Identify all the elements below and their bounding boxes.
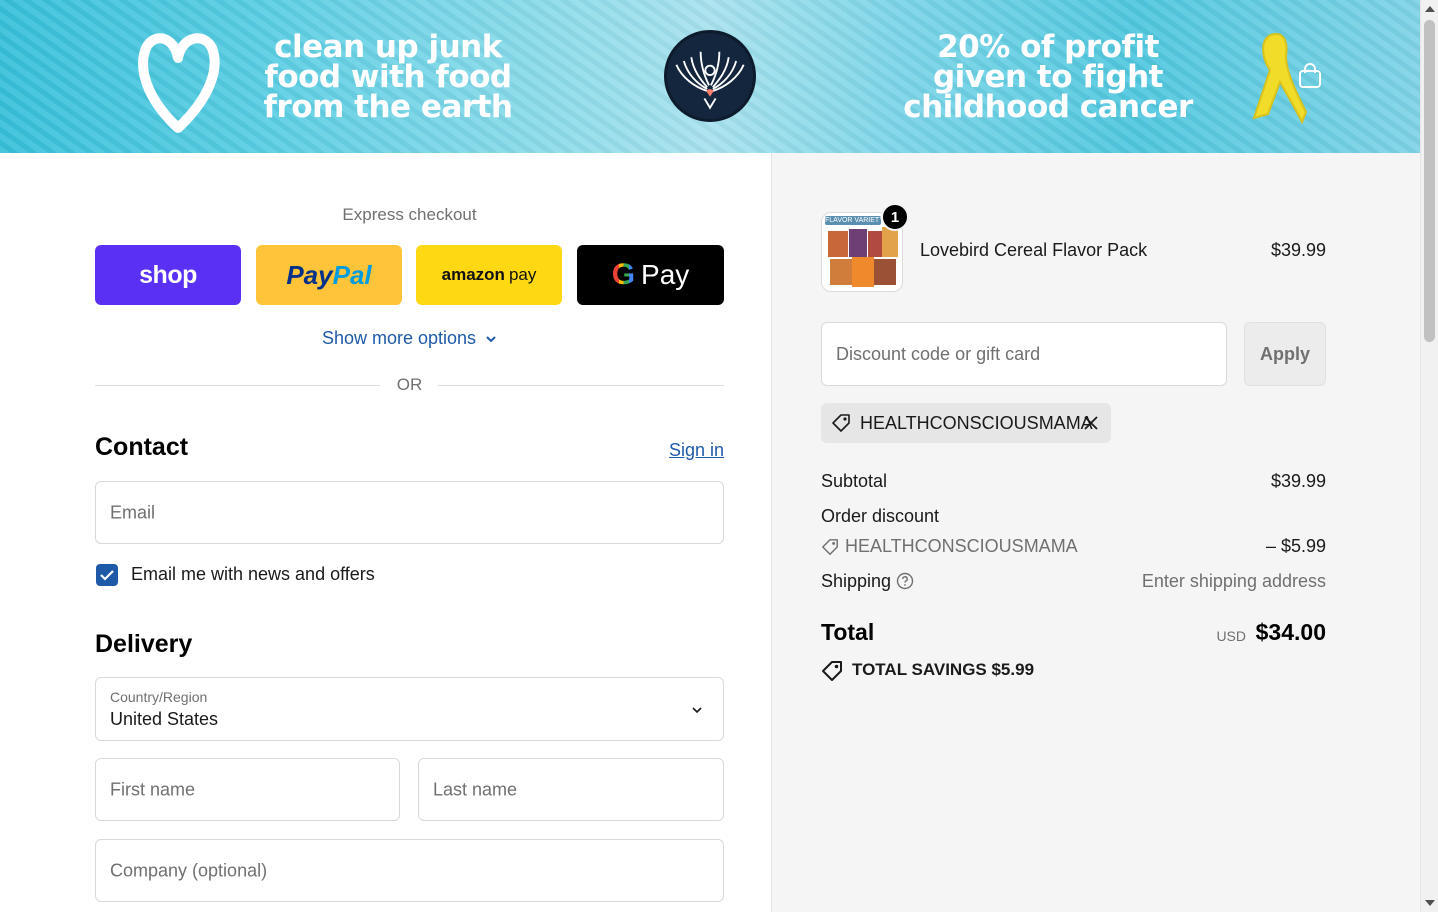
order-discount-code: HEALTHCONSCIOUSMAMA [845, 536, 1078, 556]
total-value: $34.00 [1255, 619, 1326, 645]
google-pay-label: Pay [641, 259, 690, 290]
tag-icon [832, 414, 850, 432]
delivery-title: Delivery [95, 630, 193, 658]
shipping-label: Shipping [821, 571, 892, 591]
banner-slogan-right: 20% of profit given to fight childhood c… [903, 29, 1193, 125]
help-circle-icon[interactable] [896, 572, 914, 590]
order-discount-label: Order discount [821, 506, 940, 526]
or-divider: OR [95, 375, 724, 395]
applied-code-chip: HEALTHCONSCIOUSMAMA [821, 403, 1111, 443]
tag-icon [822, 539, 838, 555]
thumbnail-label: FLAVOR VARIETY [825, 216, 881, 225]
country-value: United States [110, 709, 219, 729]
total-savings: TOTAL SAVINGS $5.99 [852, 660, 1035, 679]
company-placeholder: Company (optional) [110, 860, 268, 880]
paypal-button[interactable]: Pay Pal [256, 245, 402, 305]
heart-icon [138, 33, 220, 133]
checkout-page: clean up junk food with food from the ea… [0, 0, 1438, 912]
scrollbar-thumb[interactable] [1424, 20, 1435, 342]
header-banner: clean up junk food with food from the ea… [0, 0, 1420, 153]
remove-code-close-icon[interactable] [1082, 414, 1100, 432]
scroll-up-arrow-icon[interactable] [1425, 6, 1435, 12]
country-select[interactable]: Country/Region United States [95, 677, 724, 741]
total-currency: USD [1216, 628, 1246, 644]
contact-title: Contact [95, 433, 189, 461]
amazon-label-bold: amazon [441, 265, 505, 284]
product-name: Lovebird Cereal Flavor Pack [920, 240, 1148, 260]
product-price: $39.99 [1270, 240, 1326, 260]
amazon-pay-button[interactable]: amazon pay [416, 245, 562, 305]
last-name-field[interactable]: Last name [418, 758, 724, 821]
or-text: OR [396, 375, 423, 394]
paypal-label-part1: Pay [286, 259, 333, 290]
show-more-options-link[interactable]: Show more options [95, 328, 724, 349]
first-name-field[interactable]: First name [95, 758, 400, 821]
email-field[interactable]: Email [95, 481, 724, 544]
google-pay-button[interactable]: G Pay [577, 245, 724, 305]
scroll-down-arrow-icon[interactable] [1425, 900, 1435, 906]
banner-slogan-left: clean up junk food with food from the ea… [263, 29, 514, 125]
subtotal-value: $39.99 [1270, 471, 1326, 491]
amazon-label-rest: pay [508, 265, 537, 284]
sign-in-link[interactable]: Sign in [660, 440, 724, 461]
order-discount-value: – $5.99 [1265, 536, 1326, 556]
total-label: Total [821, 619, 875, 645]
country-label: Country/Region [110, 689, 208, 705]
express-checkout-label: Express checkout [342, 205, 477, 224]
brand-logo[interactable] [664, 30, 756, 122]
checkmark-icon [100, 570, 114, 581]
applied-code-text: HEALTHCONSCIOUSMAMA [860, 413, 1093, 433]
newsletter-label: Email me with news and offers [131, 564, 375, 584]
shop-pay-label: shop [139, 260, 197, 289]
subtotal-label: Subtotal [821, 471, 888, 491]
google-g-icon: G [611, 258, 636, 291]
first-name-placeholder: First name [110, 779, 196, 799]
paypal-label-part2: Pal [332, 259, 372, 290]
email-placeholder: Email [110, 502, 156, 522]
show-more-options-label: Show more options [321, 328, 477, 348]
shipping-value: Enter shipping address [1141, 571, 1326, 591]
checkout-form-column: Express checkout shop Pay Pal amazon pay G… [0, 153, 771, 912]
quantity-badge: 1 [881, 203, 909, 231]
company-field[interactable]: Company (optional) [95, 839, 724, 902]
order-summary-column: FLAVOR VARIETY 1 Lovebird Cereal Flavor … [771, 153, 1420, 912]
shopping-bag-icon[interactable] [1296, 62, 1324, 90]
chevron-down-icon [486, 336, 496, 343]
apply-button[interactable]: Apply [1244, 322, 1326, 386]
discount-code-input[interactable] [822, 323, 1226, 385]
page-scrollbar[interactable] [1420, 0, 1438, 912]
last-name-placeholder: Last name [433, 779, 518, 799]
chevron-down-icon [692, 707, 702, 714]
savings-tag-icon [822, 661, 842, 681]
shop-pay-button[interactable]: shop [95, 245, 241, 305]
newsletter-checkbox[interactable] [96, 564, 118, 586]
discount-code-field[interactable] [821, 322, 1227, 386]
